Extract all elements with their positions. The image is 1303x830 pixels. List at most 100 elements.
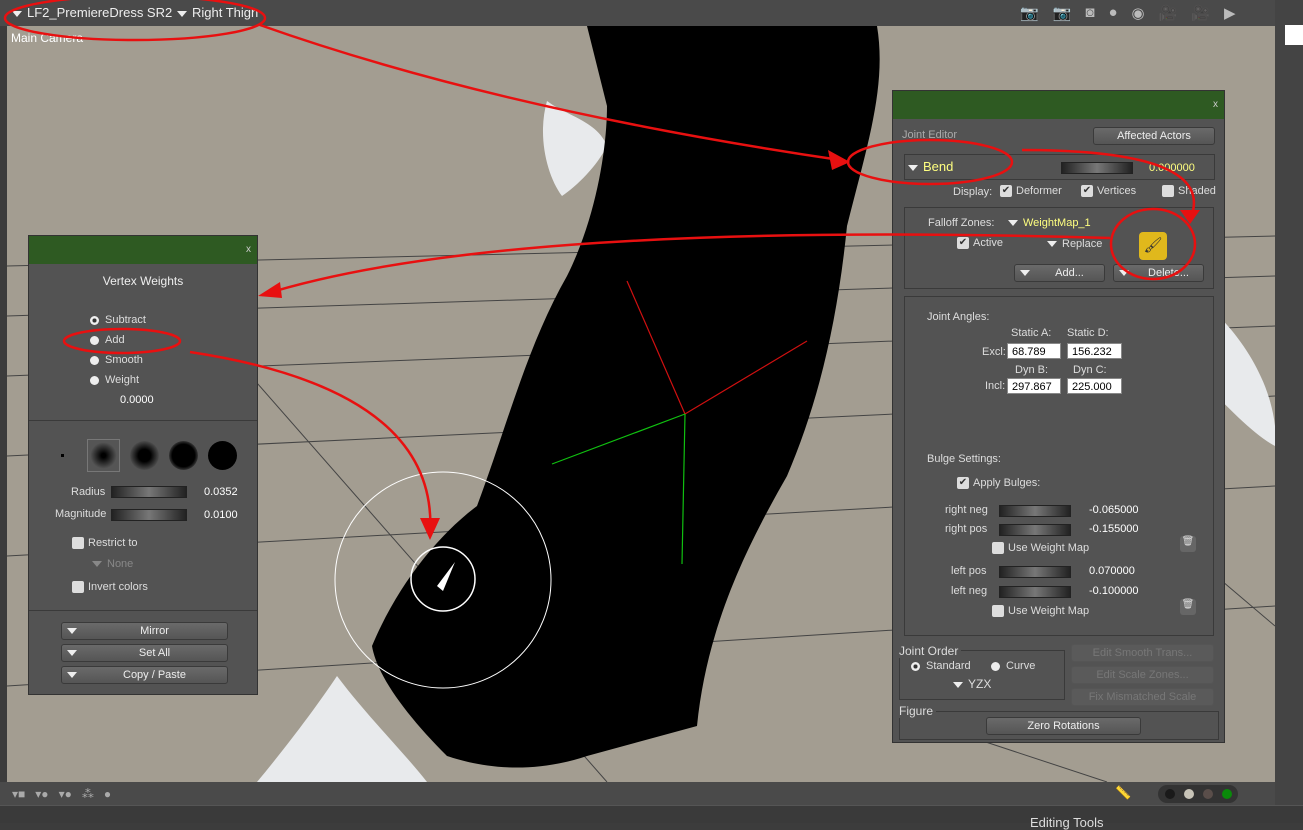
joint-angles-label: Joint Angles: (927, 311, 990, 323)
right-pos-dial[interactable] (999, 524, 1071, 536)
brush-preset-4[interactable] (169, 441, 198, 470)
active-checkbox[interactable]: ✔ Active (957, 237, 1003, 250)
flyaround-camera-icon[interactable]: 🎥 (1159, 4, 1178, 22)
trash-icon[interactable]: 🗑 (1180, 536, 1196, 552)
brush-preset-2[interactable] (87, 439, 120, 472)
fix-mismatched-scale-button[interactable]: Fix Mismatched Scale (1071, 688, 1214, 706)
brush-preset-5[interactable] (208, 441, 237, 470)
bend-section-toggle[interactable]: Bend (908, 159, 953, 174)
close-button[interactable]: x (1213, 99, 1218, 110)
static-d-label: Static D: (1067, 327, 1109, 339)
incl-label: Incl: (985, 380, 1006, 392)
shaded-display-icon[interactable]: ▾● (59, 787, 72, 801)
mode-subtract[interactable]: Subtract (90, 314, 146, 326)
brush-preset-1[interactable] (61, 454, 64, 457)
static-a-label: Static A: (1011, 327, 1052, 339)
add-zone-button[interactable]: Add... (1014, 264, 1105, 282)
magnitude-value[interactable]: 0.0100 (204, 509, 238, 521)
dress-mesh (372, 26, 880, 768)
radius-value[interactable]: 0.0352 (204, 486, 238, 498)
ruler-icon[interactable]: 📏 (1115, 785, 1131, 801)
edit-smooth-trans-button[interactable]: Edit Smooth Trans... (1071, 644, 1214, 662)
figure-hand (542, 101, 607, 196)
color-swatch-brown[interactable] (1203, 789, 1213, 799)
static-a-field[interactable]: 68.789 (1007, 343, 1061, 359)
bend-value[interactable]: 0.000000 (1149, 162, 1195, 174)
vertex-weights-panel: x Vertex Weights Subtract Add Smooth Wei… (28, 235, 258, 695)
apply-bulges-checkbox[interactable]: ✔ Apply Bulges: (957, 477, 1040, 490)
copy-paste-button[interactable]: Copy / Paste (61, 666, 228, 684)
brush-preset-3[interactable] (130, 441, 159, 470)
mode-weight[interactable]: Weight (90, 374, 139, 386)
left-neg-value[interactable]: -0.100000 (1089, 585, 1139, 597)
viewport-toolbar: LF2_PremiereDress SR2 Right Thigh 📷 📷 ◙ … (0, 0, 1303, 26)
left-neg-label: left neg (951, 585, 988, 597)
excl-label: Excl: (982, 346, 1006, 358)
camera-icon[interactable]: 📷 (1020, 4, 1039, 22)
deformer-checkbox[interactable]: ✔ Deformer (1000, 185, 1062, 198)
affected-actors-button[interactable]: Affected Actors (1093, 127, 1215, 145)
left-pos-dial[interactable] (999, 566, 1071, 578)
trash-icon[interactable]: 🗑 (1180, 599, 1196, 615)
right-neg-dial[interactable] (999, 505, 1071, 517)
use-weight-map-right-checkbox[interactable]: Use Weight Map (992, 542, 1089, 555)
trackball-icon[interactable]: ◉ (1132, 4, 1145, 22)
color-swatch-green[interactable] (1222, 789, 1232, 799)
sphere-display-icon[interactable]: ▾● (35, 787, 48, 801)
more-arrow-icon[interactable]: ▶ (1224, 4, 1236, 22)
bottom-toolbar: ▾■ ▾● ▾● ⁂ ● 📏 (0, 782, 1275, 805)
camera-frame-icon[interactable]: 📷 (1053, 4, 1072, 22)
mirror-button[interactable]: Mirror (61, 622, 228, 640)
figure-select[interactable]: LF2_PremiereDress SR2 (12, 5, 172, 20)
spheres-icon[interactable]: ⁂ (82, 787, 94, 801)
curve-radio[interactable]: Curve (991, 660, 1035, 672)
panel-title: Vertex Weights (102, 274, 184, 288)
joint-order-select[interactable]: YZX (953, 677, 991, 691)
falloff-select[interactable]: WeightMap_1 (1008, 217, 1091, 229)
render-preview-icon[interactable]: ◙ (1085, 4, 1094, 22)
restrict-checkbox[interactable]: Restrict to (72, 537, 138, 550)
replace-select[interactable]: Replace (1047, 238, 1102, 250)
edit-scale-zones-button[interactable]: Edit Scale Zones... (1071, 666, 1214, 684)
panel-titlebar[interactable]: x (29, 236, 257, 264)
figure-label: LF2_PremiereDress SR2 (27, 5, 173, 20)
close-button[interactable]: x (246, 244, 251, 255)
left-pos-value[interactable]: 0.070000 (1089, 565, 1135, 577)
vertices-checkbox[interactable]: ✔ Vertices (1081, 185, 1136, 198)
color-swatch-tan[interactable] (1184, 789, 1194, 799)
delete-zone-button[interactable]: Delete... (1113, 264, 1204, 282)
box-display-icon[interactable]: ▾■ (12, 787, 25, 801)
invert-colors-checkbox[interactable]: Invert colors (72, 581, 148, 594)
actor-select[interactable]: Right Thigh (177, 5, 258, 20)
panel-titlebar[interactable]: x (893, 91, 1224, 119)
magnitude-slider[interactable] (111, 509, 187, 521)
sphere-icon[interactable]: ● (1108, 4, 1117, 22)
joint-editor-panel: x Joint Editor Affected Actors Bend 0.00… (892, 90, 1225, 743)
mode-add[interactable]: Add (90, 334, 125, 346)
zero-rotations-button[interactable]: Zero Rotations (986, 717, 1141, 735)
standard-radio[interactable]: Standard (911, 660, 971, 672)
camera-move-icon[interactable]: 🎥 (1191, 4, 1210, 22)
static-d-field[interactable]: 156.232 (1067, 343, 1122, 359)
left-pos-label: left pos (951, 565, 987, 577)
mode-smooth[interactable]: Smooth (90, 354, 143, 366)
radius-label: Radius (71, 486, 106, 498)
right-pos-value[interactable]: -0.155000 (1089, 523, 1139, 535)
shaded-checkbox[interactable]: Shaded (1162, 185, 1216, 198)
color-swatch-black[interactable] (1165, 789, 1175, 799)
paint-brush-icon[interactable]: 🖌 (1139, 232, 1167, 260)
set-all-button[interactable]: Set All (61, 644, 228, 662)
shape-icon[interactable]: ● (104, 787, 111, 801)
restrict-select[interactable]: None (92, 558, 133, 570)
radius-slider[interactable] (111, 486, 187, 498)
dyn-c-field[interactable]: 225.000 (1067, 378, 1122, 394)
left-neg-dial[interactable] (999, 586, 1071, 598)
right-neg-value[interactable]: -0.065000 (1089, 504, 1139, 516)
actor-label: Right Thigh (192, 5, 259, 20)
bulge-settings-label: Bulge Settings: (927, 453, 1001, 465)
weight-value[interactable]: 0.0000 (120, 394, 154, 406)
figure-group-label: Figure (899, 704, 937, 718)
bend-dial[interactable] (1061, 162, 1133, 174)
use-weight-map-left-checkbox[interactable]: Use Weight Map (992, 605, 1089, 618)
dyn-b-field[interactable]: 297.867 (1007, 378, 1061, 394)
